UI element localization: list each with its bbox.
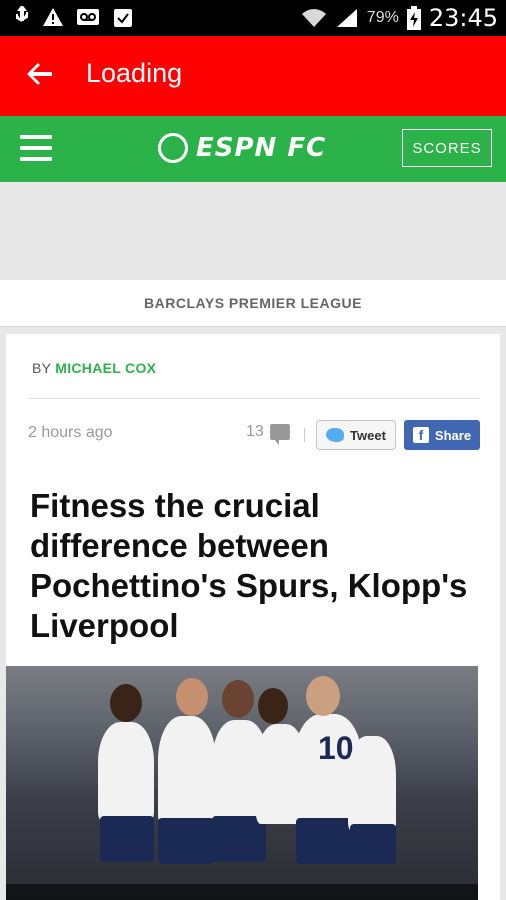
hamburger-menu-icon[interactable]: [20, 135, 52, 161]
wifi-icon: [301, 9, 326, 27]
player-head: [306, 676, 340, 716]
voicemail-icon: [77, 9, 99, 25]
espn-fc-logo[interactable]: ESPN FC: [158, 130, 326, 166]
article-hero-image[interactable]: 10: [6, 666, 478, 900]
tweet-button[interactable]: Tweet: [316, 420, 396, 450]
comment-count: 13: [246, 423, 264, 440]
battery-percent: 79%: [366, 9, 399, 26]
warning-icon: [43, 8, 63, 26]
divider: [28, 398, 480, 399]
player-shorts: [296, 818, 356, 864]
signal-icon: [336, 9, 357, 27]
article-card: BY MICHAEL COX 2 hours ago 13 Tweet f Sh…: [6, 334, 500, 900]
byline: BY MICHAEL COX: [32, 360, 156, 376]
share-label: Share: [434, 427, 472, 443]
scores-button[interactable]: SCORES: [402, 129, 492, 167]
back-arrow-icon[interactable]: [24, 58, 56, 90]
player-figure: [98, 722, 154, 822]
logo-text: ESPN FC: [196, 133, 327, 163]
clock: 23:45: [428, 4, 498, 32]
usb-icon: [16, 6, 28, 22]
player-head: [222, 680, 254, 718]
player-head: [176, 678, 208, 716]
clipboard-check-icon: [114, 9, 132, 27]
status-bar: 79% 23:45: [0, 0, 506, 36]
timestamp: 2 hours ago: [28, 424, 113, 441]
comments-link[interactable]: 13: [246, 423, 290, 445]
author-link[interactable]: MICHAEL COX: [55, 360, 156, 376]
player-head: [110, 684, 142, 722]
league-header[interactable]: BARCLAYS PREMIER LEAGUE: [0, 280, 506, 327]
separator: [304, 428, 305, 442]
soccer-ball-icon: [158, 133, 188, 163]
tweet-label: Tweet: [350, 427, 386, 443]
article-meta: 2 hours ago 13 Tweet f Share: [28, 418, 480, 452]
comment-bubble-icon: [269, 424, 290, 445]
video-controls-bar[interactable]: [6, 884, 478, 900]
facebook-share-button[interactable]: f Share: [404, 420, 480, 450]
espn-nav-bar: ESPN FC SCORES: [0, 116, 506, 182]
ad-placeholder: [0, 182, 506, 280]
player-shorts: [100, 816, 154, 862]
player-head: [258, 688, 288, 724]
twitter-bird-icon: [326, 428, 345, 442]
system-status: 79% 23:45: [301, 4, 498, 32]
player-figure: [158, 716, 216, 826]
page-title: Loading: [86, 58, 183, 88]
article-headline: Fitness the crucial difference between P…: [30, 487, 468, 644]
player-shorts: [158, 818, 214, 864]
player-figure: [348, 736, 396, 832]
battery-charging-icon: [406, 6, 421, 30]
byline-prefix: BY: [32, 360, 52, 376]
player-shorts: [350, 824, 396, 864]
app-bar: Loading: [0, 36, 506, 116]
notification-icons: [14, 6, 134, 28]
league-name: BARCLAYS PREMIER LEAGUE: [144, 295, 362, 311]
facebook-icon: f: [412, 427, 429, 443]
